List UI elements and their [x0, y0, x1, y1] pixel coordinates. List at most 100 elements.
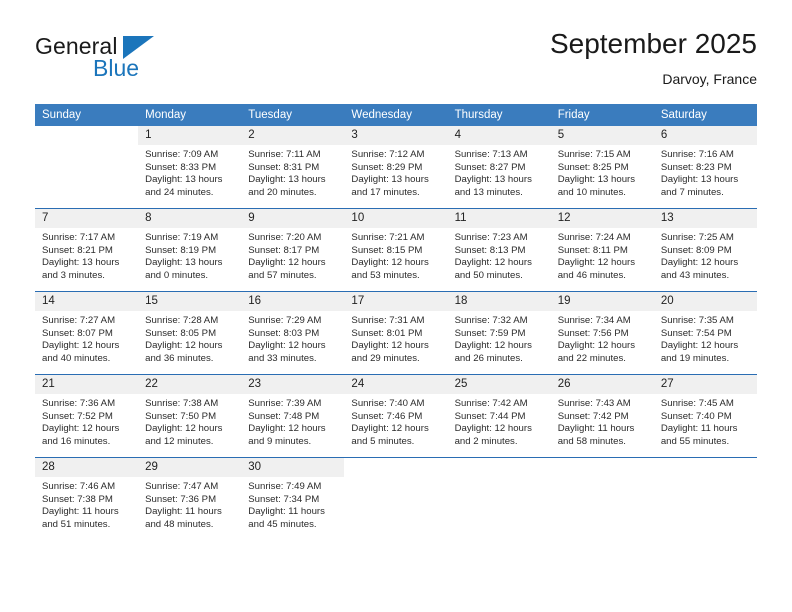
calendar-cell-inner: 17 Sunrise: 7:31 AM Sunset: 8:01 PM Dayligh…: [344, 292, 448, 374]
calendar-cell-inner: 23 Sunrise: 7:39 AM Sunset: 7:48 PM Dayligh…: [241, 375, 345, 457]
calendar-day-cell[interactable]: 19 Sunrise: 7:34 AM Sunset: 7:56 PM Dayligh…: [550, 291, 654, 375]
sunrise-text: Sunrise: 7:19 AM: [145, 232, 219, 243]
day-details: Sunrise: 7:47 AM Sunset: 7:36 PM Daylight:…: [138, 477, 241, 531]
daylight-text-line2: and 9 minutes.: [248, 435, 312, 447]
calendar-day-cell[interactable]: 24 Sunrise: 7:40 AM Sunset: 7:46 PM Dayligh…: [344, 374, 448, 458]
daylight-text-line2: and 26 minutes.: [454, 352, 523, 364]
calendar-day-cell[interactable]: 30 Sunrise: 7:49 AM Sunset: 7:34 PM Dayligh…: [241, 457, 345, 540]
calendar-day-cell[interactable]: 12 Sunrise: 7:24 AM Sunset: 8:11 PM Dayligh…: [550, 208, 654, 292]
calendar-day-cell[interactable]: 5 Sunrise: 7:15 AM Sunset: 8:25 PM Daylight…: [550, 126, 654, 209]
daylight-text-line1: Daylight: 12 hours: [42, 340, 120, 352]
daylight-text-line1: Daylight: 12 hours: [454, 340, 532, 352]
calendar-cell-empty: [550, 457, 654, 540]
sunrise-text: Sunrise: 7:28 AM: [145, 315, 219, 326]
calendar-cell-inner: 27 Sunrise: 7:45 AM Sunset: 7:40 PM Dayligh…: [653, 375, 757, 457]
daylight-text-line1: Daylight: 11 hours: [42, 506, 119, 518]
day-details: Sunrise: 7:19 AM Sunset: 8:19 PM Daylight:…: [138, 228, 241, 282]
day-details: Sunrise: 7:24 AM Sunset: 8:11 PM Daylight:…: [551, 228, 654, 282]
day-details: Sunrise: 7:27 AM Sunset: 8:07 PM Daylight:…: [35, 311, 138, 365]
daylight-text-line2: and 46 minutes.: [557, 269, 626, 281]
sunrise-text: Sunrise: 7:23 AM: [454, 232, 528, 243]
calendar-cell-inner: 5 Sunrise: 7:15 AM Sunset: 8:25 PM Daylight…: [550, 126, 654, 208]
sunset-text: Sunset: 8:31 PM: [248, 161, 320, 173]
calendar-week-row: 21 Sunrise: 7:36 AM Sunset: 7:52 PM Dayligh…: [35, 374, 757, 458]
daylight-text-line2: and 53 minutes.: [351, 269, 420, 281]
calendar-day-cell[interactable]: 1 Sunrise: 7:09 AM Sunset: 8:33 PM Daylight…: [138, 126, 242, 209]
calendar-grid: Sunday Monday Tuesday Wednesday Thursday Frid…: [35, 104, 757, 540]
calendar-day-cell[interactable]: 26 Sunrise: 7:43 AM Sunset: 7:42 PM Dayligh…: [550, 374, 654, 458]
calendar-day-cell[interactable]: 2 Sunrise: 7:11 AM Sunset: 8:31 PM Daylight…: [241, 126, 345, 209]
calendar-day-cell[interactable]: 29 Sunrise: 7:47 AM Sunset: 7:36 PM Dayligh…: [138, 457, 242, 540]
calendar-cell-empty: [653, 457, 757, 540]
calendar-cell-inner: 20 Sunrise: 7:35 AM Sunset: 7:54 PM Dayligh…: [653, 292, 757, 374]
day-details: Sunrise: 7:25 AM Sunset: 8:09 PM Daylight:…: [654, 228, 757, 282]
calendar-cell-inner: 28 Sunrise: 7:46 AM Sunset: 7:38 PM Dayligh…: [35, 458, 139, 540]
calendar-day-cell[interactable]: 10 Sunrise: 7:21 AM Sunset: 8:15 PM Dayligh…: [344, 208, 448, 292]
calendar-day-cell[interactable]: 25 Sunrise: 7:42 AM Sunset: 7:44 PM Dayligh…: [447, 374, 551, 458]
calendar-day-cell[interactable]: 27 Sunrise: 7:45 AM Sunset: 7:40 PM Dayligh…: [653, 374, 757, 458]
calendar-day-cell[interactable]: 6 Sunrise: 7:16 AM Sunset: 8:23 PM Daylight…: [653, 126, 757, 209]
day-details: Sunrise: 7:46 AM Sunset: 7:38 PM Daylight:…: [35, 477, 138, 531]
day-details: Sunrise: 7:39 AM Sunset: 7:48 PM Daylight:…: [241, 394, 344, 448]
daylight-text-line1: Daylight: 12 hours: [454, 257, 532, 269]
title-block: September 2025 Darvoy, France: [550, 27, 757, 89]
calendar-header-row: Sunday Monday Tuesday Wednesday Thursday Frid…: [35, 104, 757, 126]
calendar-day-cell[interactable]: 28 Sunrise: 7:46 AM Sunset: 7:38 PM Dayligh…: [35, 457, 139, 540]
calendar-cell-inner: 12 Sunrise: 7:24 AM Sunset: 8:11 PM Dayligh…: [550, 209, 654, 291]
day-details: Sunrise: 7:17 AM Sunset: 8:21 PM Daylight:…: [35, 228, 138, 282]
calendar-day-cell[interactable]: 20 Sunrise: 7:35 AM Sunset: 7:54 PM Dayligh…: [653, 291, 757, 375]
calendar-day-cell[interactable]: 13 Sunrise: 7:25 AM Sunset: 8:09 PM Dayligh…: [653, 208, 757, 292]
calendar-cell-inner: 11 Sunrise: 7:23 AM Sunset: 8:13 PM Dayligh…: [447, 209, 551, 291]
daylight-text-line2: and 3 minutes.: [42, 269, 105, 281]
sunset-text: Sunset: 7:48 PM: [248, 410, 320, 422]
day-number: 14: [35, 292, 139, 311]
calendar-day-cell[interactable]: 16 Sunrise: 7:29 AM Sunset: 8:03 PM Dayligh…: [241, 291, 345, 375]
calendar-cell-inner: 18 Sunrise: 7:32 AM Sunset: 7:59 PM Dayligh…: [447, 292, 551, 374]
calendar-day-cell[interactable]: 14 Sunrise: 7:27 AM Sunset: 8:07 PM Dayligh…: [35, 291, 139, 375]
sunset-text: Sunset: 7:50 PM: [145, 410, 217, 422]
sunset-text: Sunset: 7:36 PM: [145, 493, 217, 505]
daylight-text-line2: and 36 minutes.: [145, 352, 214, 364]
brand-logo[interactable]: General Blue: [35, 33, 215, 85]
daylight-text-line2: and 17 minutes.: [351, 186, 420, 198]
daylight-text-line2: and 2 minutes.: [454, 435, 518, 447]
calendar-cell-inner: 4 Sunrise: 7:13 AM Sunset: 8:27 PM Daylight…: [447, 126, 551, 208]
sunset-text: Sunset: 8:21 PM: [42, 244, 113, 256]
daylight-text-line2: and 12 minutes.: [145, 435, 214, 447]
daylight-text-line2: and 50 minutes.: [454, 269, 523, 281]
day-number: [35, 126, 139, 145]
calendar-cell-inner: 21 Sunrise: 7:36 AM Sunset: 7:52 PM Dayligh…: [35, 375, 139, 457]
calendar-day-cell[interactable]: 23 Sunrise: 7:39 AM Sunset: 7:48 PM Dayligh…: [241, 374, 345, 458]
calendar-day-cell[interactable]: 3 Sunrise: 7:12 AM Sunset: 8:29 PM Daylight…: [344, 126, 448, 209]
day-number: 7: [35, 209, 139, 228]
calendar-day-cell[interactable]: 17 Sunrise: 7:31 AM Sunset: 8:01 PM Dayligh…: [344, 291, 448, 375]
sunrise-text: Sunrise: 7:49 AM: [248, 481, 322, 492]
day-details: Sunrise: 7:23 AM Sunset: 8:13 PM Daylight:…: [448, 228, 551, 282]
sunrise-text: Sunrise: 7:42 AM: [454, 398, 528, 409]
calendar-day-cell[interactable]: 21 Sunrise: 7:36 AM Sunset: 7:52 PM Dayligh…: [35, 374, 139, 458]
daylight-text-line2: and 43 minutes.: [660, 269, 730, 281]
sunrise-text: Sunrise: 7:32 AM: [454, 315, 528, 326]
sunset-text: Sunset: 8:29 PM: [351, 161, 423, 173]
day-details: Sunrise: 7:38 AM Sunset: 7:50 PM Daylight:…: [138, 394, 241, 448]
day-details: Sunrise: 7:40 AM Sunset: 7:46 PM Daylight:…: [344, 394, 447, 448]
daylight-text-line1: Daylight: 12 hours: [248, 423, 326, 435]
calendar-day-cell[interactable]: 15 Sunrise: 7:28 AM Sunset: 8:05 PM Dayligh…: [138, 291, 242, 375]
calendar-cell-empty: [447, 457, 551, 540]
day-number: 21: [35, 375, 139, 394]
calendar-cell-inner: 8 Sunrise: 7:19 AM Sunset: 8:19 PM Daylight…: [138, 209, 242, 291]
daylight-text-line2: and 5 minutes.: [351, 435, 415, 447]
calendar-day-cell[interactable]: 7 Sunrise: 7:17 AM Sunset: 8:21 PM Daylight…: [35, 208, 139, 292]
day-details: [654, 477, 757, 481]
calendar-day-cell[interactable]: 4 Sunrise: 7:13 AM Sunset: 8:27 PM Daylight…: [447, 126, 551, 209]
calendar-day-cell[interactable]: 8 Sunrise: 7:19 AM Sunset: 8:19 PM Daylight…: [138, 208, 242, 292]
calendar-day-cell[interactable]: 22 Sunrise: 7:38 AM Sunset: 7:50 PM Dayligh…: [138, 374, 242, 458]
day-details: Sunrise: 7:29 AM Sunset: 8:03 PM Daylight:…: [241, 311, 344, 365]
daylight-text-line1: Daylight: 12 hours: [351, 257, 429, 269]
daylight-text-line2: and 45 minutes.: [248, 518, 317, 530]
sunrise-text: Sunrise: 7:27 AM: [42, 315, 116, 326]
calendar-day-cell[interactable]: 18 Sunrise: 7:32 AM Sunset: 7:59 PM Dayligh…: [447, 291, 551, 375]
day-number: 25: [447, 375, 551, 394]
calendar-day-cell[interactable]: 9 Sunrise: 7:20 AM Sunset: 8:17 PM Daylight…: [241, 208, 345, 292]
calendar-day-cell[interactable]: 11 Sunrise: 7:23 AM Sunset: 8:13 PM Dayligh…: [447, 208, 551, 292]
